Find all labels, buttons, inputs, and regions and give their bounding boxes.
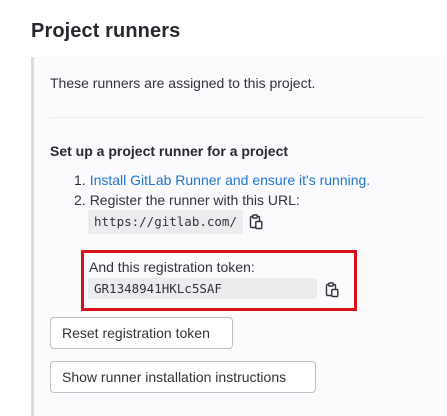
registration-token-label: And this registration token: — [89, 259, 255, 275]
step-1-number: 1. — [74, 172, 86, 188]
step-2: 2. Register the runner with this URL: — [74, 192, 300, 208]
divider — [50, 117, 426, 118]
setup-heading: Set up a project runner for a project — [50, 143, 289, 159]
page-title: Project runners — [31, 20, 181, 42]
clipboard-icon — [249, 214, 263, 230]
reset-registration-token-button[interactable]: Reset registration token — [50, 317, 233, 349]
clipboard-icon — [325, 282, 339, 298]
show-runner-instructions-button[interactable]: Show runner installation instructions — [50, 361, 316, 393]
copy-url-button[interactable] — [246, 212, 266, 232]
step-2-number: 2. — [74, 192, 86, 208]
runner-url-value: https://gitlab.com/ — [88, 210, 243, 234]
copy-token-button[interactable] — [322, 280, 342, 300]
step-2-text: Register the runner with this URL: — [89, 192, 300, 208]
assigned-runners-text: These runners are assigned to this proje… — [50, 75, 316, 91]
step-1: 1. Install GitLab Runner and ensure it's … — [74, 172, 370, 188]
registration-token-value: GR1348941HKLc5SAF — [88, 278, 317, 299]
install-runner-link[interactable]: Install GitLab Runner and ensure it's ru… — [90, 172, 371, 188]
